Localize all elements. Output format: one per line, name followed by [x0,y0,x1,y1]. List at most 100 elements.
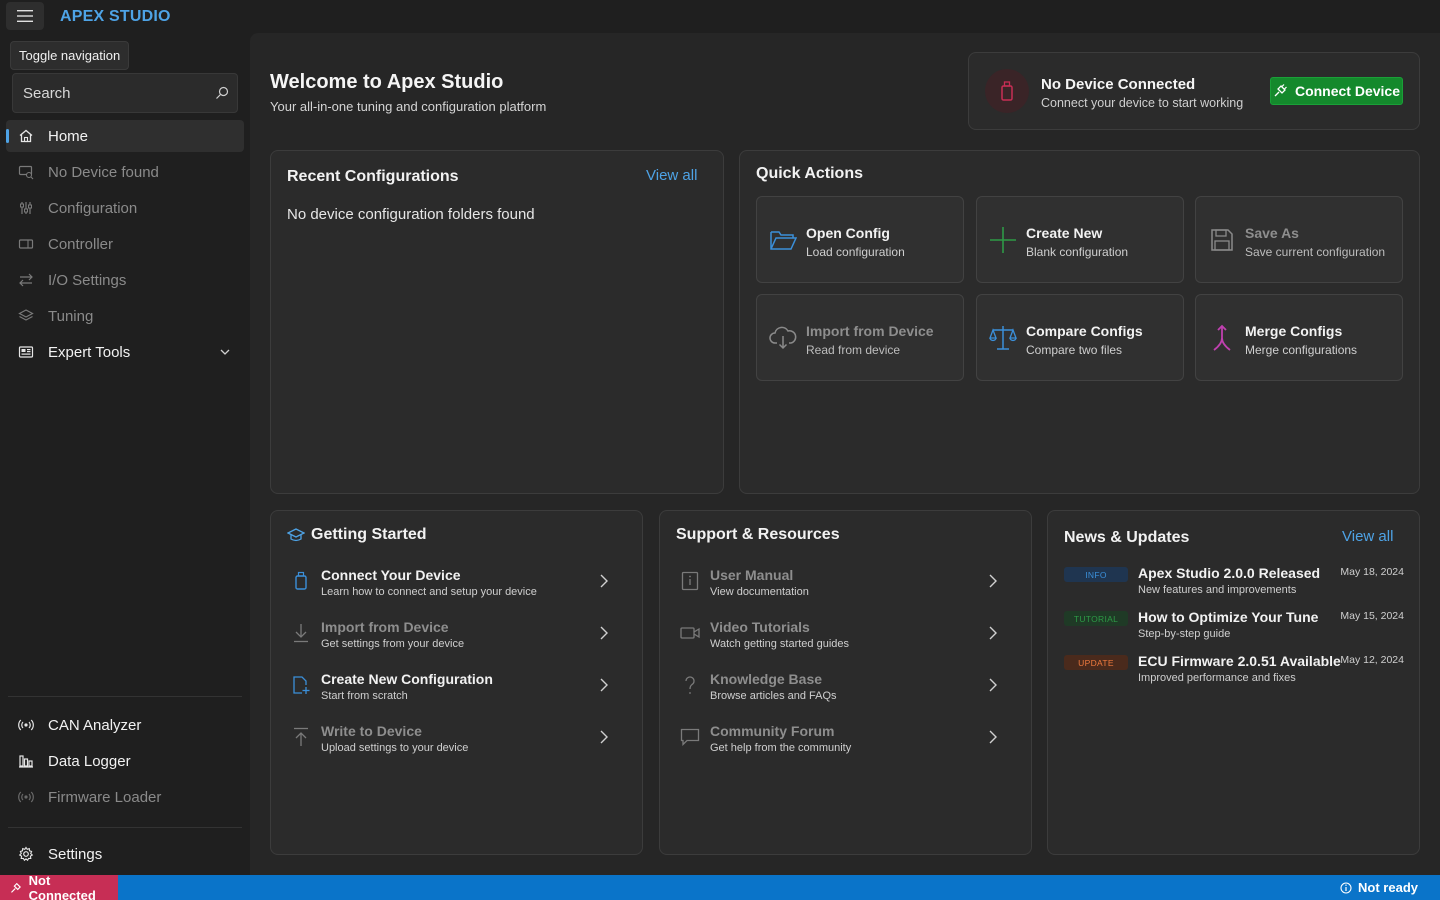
list-item-title: Knowledge Base [710,671,823,687]
download-icon [291,623,311,643]
chevron-down-icon[interactable] [218,345,232,359]
getting-started-title: Getting Started [311,526,427,543]
chevron-right-icon [600,730,608,744]
compare-configs-button[interactable]: Compare Configs Compare two files [976,294,1184,381]
news-item[interactable]: UPDATE ECU Firmware 2.0.51 Available Imp… [1064,651,1404,691]
list-item-title: Write to Device [321,723,422,739]
news-updates-card: News & Updates View all INFO Apex Studio… [1047,510,1420,855]
connection-status-label: Not Connected [28,872,96,900]
merge-configs-button[interactable]: Merge Configs Merge configurations [1195,294,1403,381]
search-input[interactable] [13,74,203,112]
sidebar-item-label: Controller [48,235,114,253]
sidebar-item-settings[interactable]: Settings [6,838,244,870]
quick-actions-title: Quick Actions [756,165,863,182]
support-user-manual-item[interactable]: User Manual View documentation [676,563,1016,607]
home-icon [18,128,34,144]
connection-status[interactable]: Not Connected [0,872,118,900]
qa-subtitle: Load configuration [806,245,905,259]
support-community-forum-item[interactable]: Community Forum Get help from the commun… [676,719,1016,763]
sidebar-item-label: Home [48,127,89,145]
device-search-icon [18,164,34,180]
recent-configurations-card: Recent Configurations View all No device… [270,150,724,494]
search-box[interactable] [12,73,238,113]
gs-create-config-item[interactable]: Create New Configuration Start from scra… [287,667,627,711]
news-item[interactable]: TUTORIAL How to Optimize Your Tune Step-… [1064,607,1404,647]
save-as-button[interactable]: Save As Save current configuration [1195,196,1403,283]
sidebar-item-home[interactable]: Home [6,120,244,152]
plug-icon [1274,84,1287,97]
news-item[interactable]: INFO Apex Studio 2.0.0 Released New feat… [1064,563,1404,603]
sidebar-item-configuration[interactable]: Configuration [6,192,244,224]
list-item-title: User Manual [710,567,794,583]
app-title: APEX STUDIO [60,8,171,25]
sidebar-item-firmware-loader[interactable]: Firmware Loader [6,781,244,813]
broadcast-icon [18,789,34,805]
plug-icon [11,882,21,893]
sidebar-item-data-logger[interactable]: Data Logger [6,745,244,777]
info-icon [1340,881,1352,894]
hamburger-icon [17,10,33,22]
video-icon [680,623,700,643]
list-item-subtitle: View documentation [710,586,809,598]
sidebar-item-label: Data Logger [48,752,131,770]
qa-subtitle: Read from device [806,343,901,357]
sidebar-item-label: Configuration [48,199,138,217]
sidebar-item-io-settings[interactable]: I/O Settings [6,264,244,296]
open-config-button[interactable]: Open Config Load configuration [756,196,964,283]
list-item-title: Import from Device [321,619,449,635]
plus-icon [988,225,1018,255]
status-bar: Not Connected Not ready [0,872,1440,900]
support-video-tutorials-item[interactable]: Video Tutorials Watch getting started gu… [676,615,1016,659]
connect-device-button[interactable]: Connect Device [1270,77,1403,105]
menu-toggle-button[interactable] [6,2,44,30]
list-item-title: Community Forum [710,723,835,739]
layers-icon [18,308,34,324]
sidebar-item-can-analyzer[interactable]: CAN Analyzer [6,709,244,741]
search-icon[interactable] [215,86,229,100]
sidebar-item-label: I/O Settings [48,271,127,289]
import-from-device-button[interactable]: Import from Device Read from device [756,294,964,381]
news-item-subtitle: Step-by-step guide [1138,628,1231,640]
cloud-download-icon [768,323,798,353]
news-item-date: May 15, 2024 [1340,610,1404,622]
getting-started-card: Getting Started Connect Your Device Lear… [270,510,643,855]
main-content: Welcome to Apex Studio Your all-in-one t… [250,33,1440,875]
list-item-title: Video Tutorials [710,619,810,635]
device-status-card: No Device Connected Connect your device … [968,52,1420,130]
save-icon [1207,225,1237,255]
sidebar-item-controller[interactable]: Controller [6,228,244,260]
ready-status-label: Not ready [1358,880,1418,895]
document-add-icon [291,675,311,695]
support-knowledge-base-item[interactable]: Knowledge Base Browse articles and FAQs [676,667,1016,711]
create-new-button[interactable]: Create New Blank configuration [976,196,1184,283]
sidebar-item-tuning[interactable]: Tuning [6,300,244,332]
qa-subtitle: Compare two files [1026,343,1123,357]
tooltip: Toggle navigation [10,41,130,70]
sidebar-item-expert-tools[interactable]: Expert Tools [6,336,244,368]
news-item-title: Apex Studio 2.0.0 Released [1138,565,1321,581]
sidebar-item-label: No Device found [48,163,159,181]
news-view-all-link[interactable]: View all [1342,528,1393,545]
scale-icon [988,323,1018,353]
list-item-subtitle: Learn how to connect and setup your devi… [321,586,537,598]
sidebar: Toggle navigation Home No Device found C… [0,33,250,875]
page-title: Welcome to Apex Studio [270,71,504,93]
chevron-right-icon [600,626,608,640]
support-resources-card: Support & Resources User Manual View doc… [659,510,1032,855]
chevron-right-icon [989,574,997,588]
news-badge: UPDATE [1064,655,1128,670]
sidebar-item-no-device[interactable]: No Device found [6,156,244,188]
gs-connect-device-item[interactable]: Connect Your Device Learn how to connect… [287,563,627,607]
recent-view-all-link[interactable]: View all [646,167,697,184]
top-bar: APEX STUDIO [0,0,1440,33]
sidebar-divider [8,696,242,697]
news-title: News & Updates [1064,529,1190,546]
device-status-subtitle: Connect your device to start working [1041,96,1244,110]
news-item-date: May 12, 2024 [1340,654,1404,666]
gs-import-device-item[interactable]: Import from Device Get settings from you… [287,615,627,659]
graduation-cap-icon [287,528,305,542]
quick-actions-card: Quick Actions Open Config Load configura… [739,150,1420,494]
gs-write-device-item[interactable]: Write to Device Upload settings to your … [287,719,627,763]
news-item-title: ECU Firmware 2.0.51 Available [1138,653,1341,669]
sliders-icon [18,200,34,216]
